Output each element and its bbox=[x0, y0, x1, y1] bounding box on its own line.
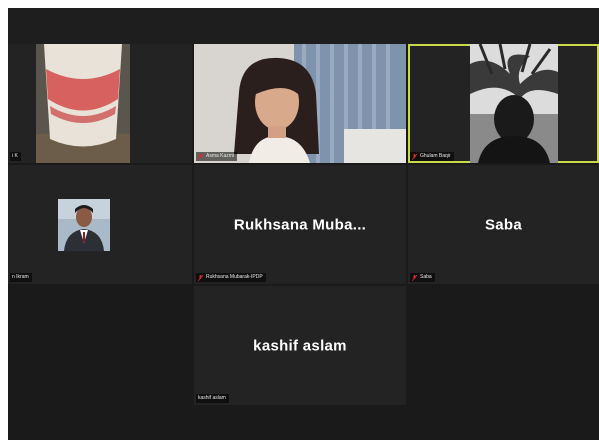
person-video-image bbox=[470, 44, 558, 163]
mic-muted-icon bbox=[198, 153, 203, 160]
participant-tile-p6[interactable]: Saba Saba bbox=[408, 165, 599, 284]
participant-name: i K bbox=[12, 153, 18, 159]
participant-name: Asma Kazmi bbox=[206, 153, 235, 159]
participant-name: Rukhsana Mubarak-IPDP bbox=[206, 274, 263, 280]
participant-name: Ghulam Baqir bbox=[420, 153, 451, 159]
participant-tile-p7[interactable]: kashif aslam kashif aslam bbox=[194, 286, 406, 405]
avatar-photo bbox=[58, 199, 110, 251]
person-video-image bbox=[194, 44, 406, 163]
top-bar bbox=[8, 8, 599, 44]
participant-tile-p4[interactable]: n Ikram bbox=[8, 165, 192, 284]
participant-name-tag: Rukhsana Mubarak-IPDP bbox=[196, 273, 266, 282]
participant-display-name: Saba bbox=[484, 216, 523, 233]
participant-name-tag: Ghulam Baqir bbox=[410, 152, 454, 161]
participant-video bbox=[470, 44, 558, 163]
mic-muted-icon bbox=[412, 274, 417, 281]
participant-name-tag: Asma Kazmi bbox=[196, 152, 238, 161]
mic-muted-icon bbox=[412, 153, 417, 160]
participant-tile-p1[interactable]: i K bbox=[8, 44, 192, 163]
participant-video bbox=[36, 44, 130, 163]
participant-name-tag: Saba bbox=[410, 273, 435, 282]
participant-name-tag: n Ikram bbox=[10, 273, 32, 282]
participant-display-name: Rukhsana Muba... bbox=[233, 216, 367, 233]
cup-video-image bbox=[36, 44, 130, 163]
participant-video bbox=[58, 199, 110, 251]
participant-name: Saba bbox=[420, 274, 432, 280]
participant-tile-p5[interactable]: Rukhsana Muba... Rukhsana Mubarak-IPDP bbox=[194, 165, 406, 284]
participant-name-tag: i K bbox=[10, 152, 21, 161]
meeting-window: i K Asma Kazmi Ghulam Baqir n Ikram Rukh… bbox=[8, 8, 599, 440]
participant-display-name: kashif aslam bbox=[253, 337, 347, 354]
participant-name-tag: kashif aslam bbox=[196, 394, 229, 403]
participant-video bbox=[194, 44, 406, 163]
participant-name: n Ikram bbox=[12, 274, 29, 280]
participant-tile-p2[interactable]: Asma Kazmi bbox=[194, 44, 406, 163]
participant-tile-p3[interactable]: Ghulam Baqir bbox=[408, 44, 599, 163]
mic-muted-icon bbox=[198, 274, 203, 281]
participant-name: kashif aslam bbox=[198, 395, 226, 401]
